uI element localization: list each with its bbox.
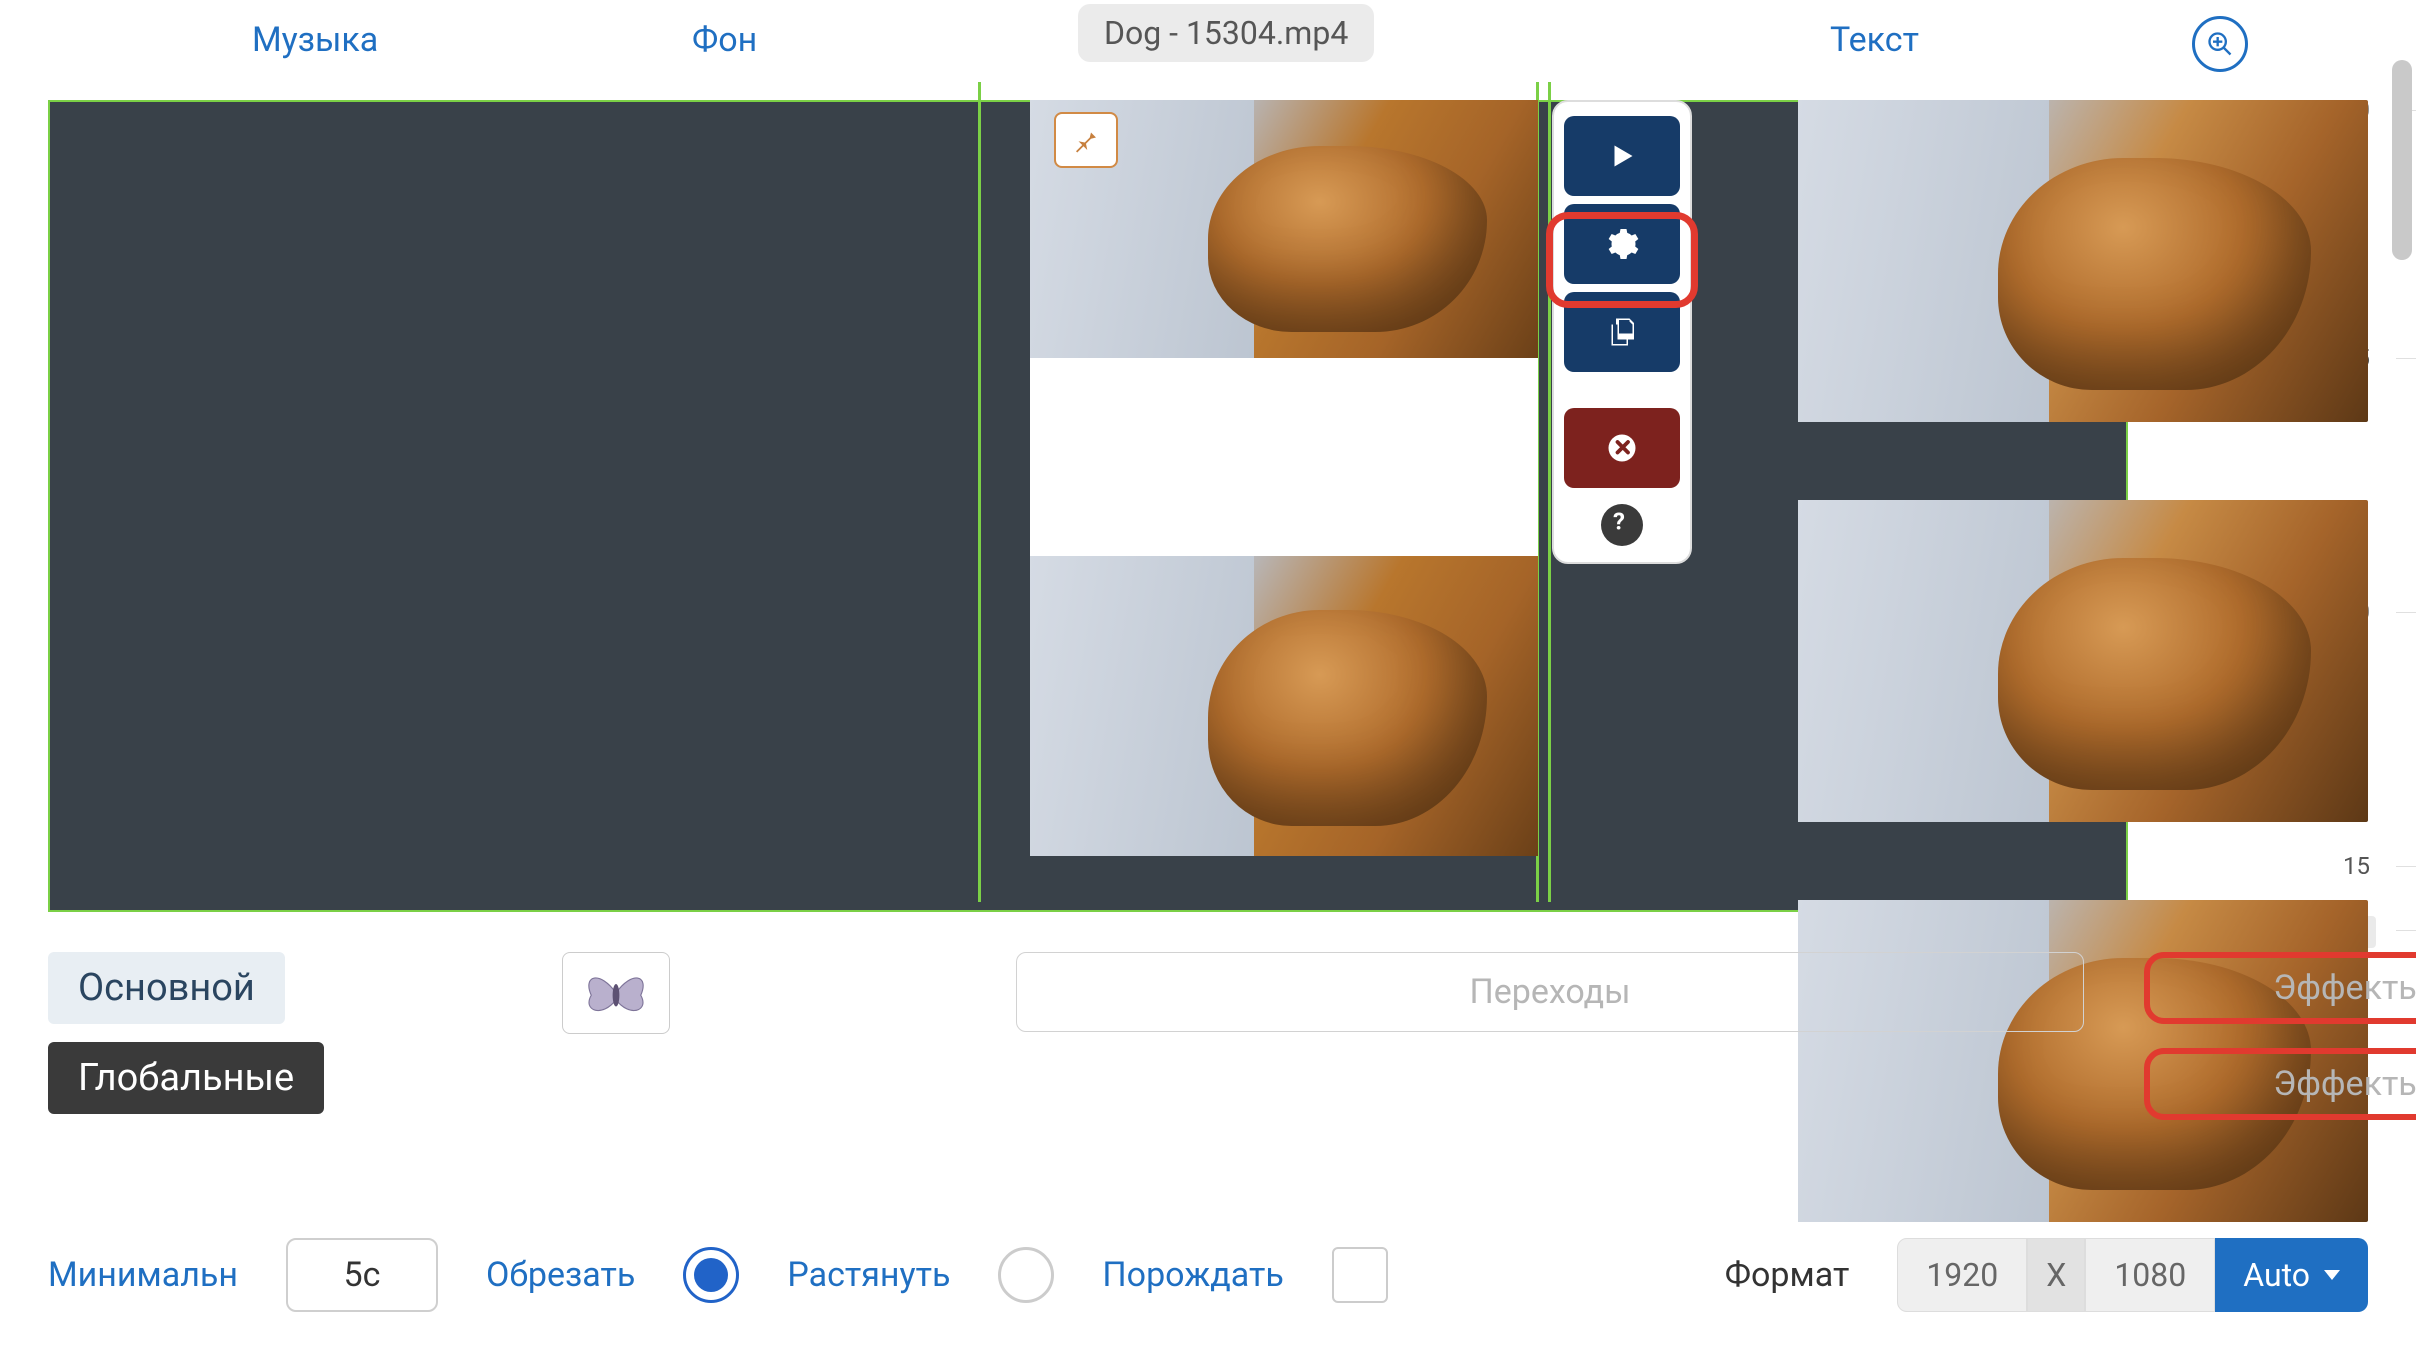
segment-divider [978,82,981,902]
preview-thumbnail[interactable] [1798,100,2368,422]
crop-label: Обрезать [486,1255,635,1295]
clip-gap [1030,358,1538,556]
top-tab-row: Музыка Фон Dog - 15304.mp4 Текст Просмот… [48,0,2368,78]
file-name-badge: Dog - 15304.mp4 [1078,4,1374,62]
main-tag[interactable]: Основной [48,952,285,1024]
zoom-in-button[interactable] [2192,16,2248,72]
tab-background[interactable]: Фон [692,20,757,60]
format-auto-dropdown[interactable]: Auto [2215,1238,2368,1312]
stretch-radio[interactable] [998,1247,1054,1303]
svg-text:?: ? [1613,508,1625,536]
copy-button[interactable] [1564,292,1680,372]
butterfly-button[interactable] [562,952,670,1034]
minimal-label: Минимальн [48,1255,238,1295]
format-height[interactable]: 1080 [2085,1238,2215,1312]
vertical-scrollbar[interactable] [2392,60,2412,260]
format-width[interactable]: 1920 [1897,1238,2027,1312]
gear-icon [1604,226,1640,262]
format-x: X [2027,1238,2085,1312]
global-tag[interactable]: Глобальные [48,1042,324,1114]
segment-divider [1548,82,1551,902]
pin-button[interactable] [1054,112,1118,168]
tab-music[interactable]: Музыка [252,20,378,60]
copy-icon [1604,314,1640,350]
play-button[interactable] [1564,116,1680,196]
caret-down-icon [2324,1270,2340,1280]
preview-thumbnail[interactable] [1798,500,2368,822]
stretch-label: Растянуть [787,1255,950,1295]
effects-field-global[interactable]: Эффекты [2144,1048,2416,1120]
spawn-checkbox[interactable] [1332,1247,1388,1303]
play-icon [1604,138,1640,174]
zoom-in-icon [2206,30,2234,58]
bottom-panel: Основной Глобальные Переходы Эффекты Эфф… [48,952,2368,1312]
clip-thumbnail[interactable] [1030,556,1538,856]
help-button[interactable]: ? [1601,504,1643,546]
footer-row: Минимальн 5с Обрезать Растянуть Порождат… [48,1238,2368,1312]
format-group: 1920 X 1080 Auto [1897,1238,2368,1312]
butterfly-icon [580,963,652,1023]
effects-field-main[interactable]: Эффекты [2144,952,2416,1024]
crop-radio[interactable] [683,1247,739,1303]
pin-icon [1071,125,1101,155]
ruler-tick: 15 [2343,852,2376,880]
spawn-label: Порождать [1102,1255,1283,1295]
format-label: Формат [1725,1255,1850,1295]
auto-label: Auto [2243,1256,2310,1294]
help-icon: ? [1601,504,1637,540]
close-circle-icon [1604,430,1640,466]
transitions-field[interactable]: Переходы [1016,952,2084,1032]
tab-text[interactable]: Текст [1830,20,1919,60]
clip-toolbar: ? [1552,100,1692,564]
settings-button[interactable] [1564,204,1680,284]
clip-column[interactable] [1030,100,1538,856]
delete-button[interactable] [1564,408,1680,488]
minimal-input[interactable]: 5с [286,1238,438,1312]
